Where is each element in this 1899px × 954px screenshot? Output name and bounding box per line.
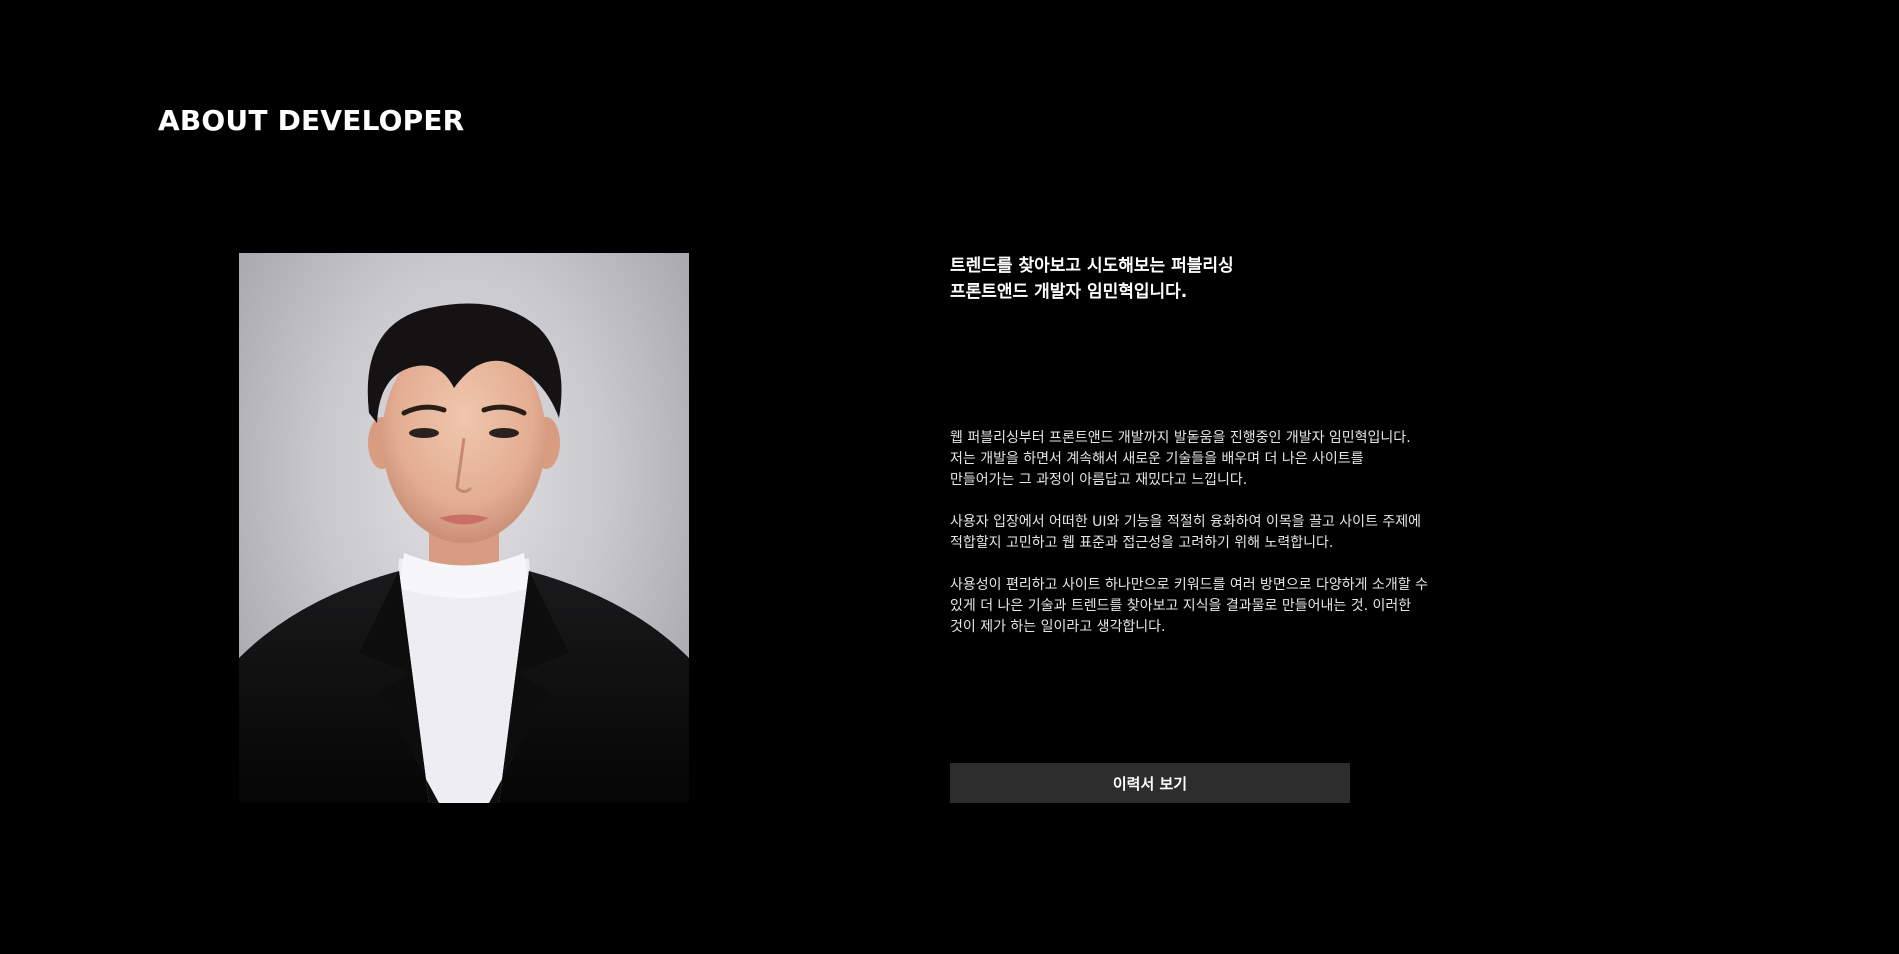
bio-paragraph: 사용자 입장에서 어떠한 UI와 기능을 적절히 융화하여 이목을 끌고 사이트…: [950, 514, 1422, 551]
bio-paragraph: 사용성이 편리하고 사이트 하나만으로 키워드를 여러 방면으로 다양하게 소개…: [950, 577, 1428, 635]
profile-headline: 트렌드를 찾아보고 시도해보는 퍼블리싱 프론트앤드 개발자 임민혁입니다.: [950, 256, 1234, 302]
developer-photo: [239, 253, 689, 803]
view-resume-button[interactable]: 이력서 보기: [950, 763, 1350, 803]
profile-bio: 웹 퍼블리싱부터 프론트앤드 개발까지 발돋움을 진행중인 개발자 임민혁입니다…: [950, 428, 1470, 638]
section-title: ABOUT DEVELOPER: [158, 104, 465, 137]
bio-paragraph: 웹 퍼블리싱부터 프론트앤드 개발까지 발돋움을 진행중인 개발자 임민혁입니다…: [950, 430, 1411, 488]
about-developer-section: ABOUT DEVELOPER 트렌드를 찾아보고 시도해보는 퍼블리싱 프론트…: [0, 0, 1899, 954]
